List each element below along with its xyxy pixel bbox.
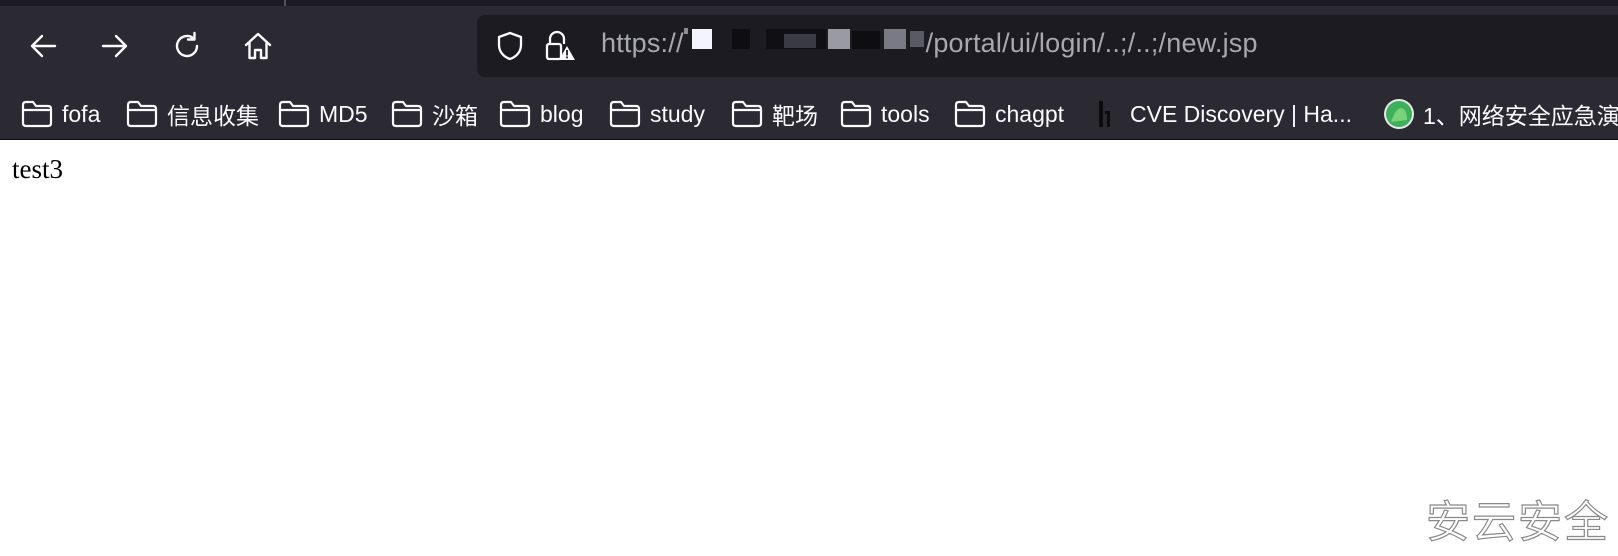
site-favicon — [1099, 101, 1110, 127]
bookmark-label: 1、网络安全应急演练 — [1423, 103, 1618, 129]
bookmark-folder-range[interactable]: 靶场 — [731, 94, 818, 134]
folder-icon — [126, 100, 158, 128]
bookmark-label: study — [650, 100, 705, 127]
folder-icon — [21, 100, 53, 128]
folder-icon — [499, 100, 531, 128]
bookmark-cve-discovery[interactable]: CVE Discovery | Ha... — [1094, 94, 1352, 134]
bookmark-folder-info-gathering[interactable]: 信息收集 — [126, 94, 259, 134]
reload-button[interactable] — [165, 24, 209, 68]
browser-toolbar: https:// /portal/ui/login/..;/..;/new.js… — [0, 0, 1618, 140]
bookmark-label: 靶场 — [772, 103, 818, 129]
arrow-right-icon — [101, 34, 128, 58]
url-prefix: https:// — [601, 28, 684, 58]
site-favicon — [1384, 99, 1414, 129]
watermark: 安云安全 — [1425, 496, 1610, 548]
bookmark-label: chagpt — [995, 100, 1065, 127]
bookmark-folder-fofa[interactable]: fofa — [21, 94, 100, 134]
bookmark-label: MD5 — [319, 100, 368, 127]
bookmark-folder-sandbox[interactable]: 沙箱 — [391, 94, 478, 134]
bookmark-folder-study[interactable]: study — [609, 94, 705, 134]
bookmark-emergency-drill[interactable]: 1、网络安全应急演练 — [1383, 94, 1618, 134]
bookmark-folder-tools[interactable]: tools — [840, 94, 930, 134]
bookmark-folder-chagpt[interactable]: chagpt — [954, 94, 1064, 134]
folder-icon — [278, 100, 310, 128]
folder-icon — [731, 100, 763, 128]
bookmark-label: CVE Discovery | Ha... — [1130, 100, 1352, 127]
url-path: /portal/ui/login/..;/..;/new.jsp — [925, 28, 1258, 58]
tab-strip — [0, 0, 1618, 6]
url-text[interactable]: https:// /portal/ui/login/..;/..;/new.js… — [601, 28, 1258, 61]
bookmark-label: 沙箱 — [432, 103, 478, 129]
folder-icon — [391, 100, 423, 128]
tab-divider — [284, 0, 286, 6]
folder-icon — [840, 100, 872, 128]
home-button[interactable] — [236, 24, 280, 68]
bookmark-folder-blog[interactable]: blog — [499, 94, 583, 134]
shield-icon[interactable] — [491, 27, 529, 65]
bookmark-label: tools — [881, 100, 930, 127]
bookmark-label: blog — [540, 100, 584, 127]
bookmark-folder-md5[interactable]: MD5 — [278, 94, 368, 134]
lock-warning-icon[interactable] — [539, 27, 577, 65]
page-body-text: test3 — [12, 154, 63, 184]
folder-icon — [609, 100, 641, 128]
home-icon — [244, 32, 272, 60]
bookmark-label: fofa — [62, 100, 101, 127]
bookmarks-toolbar: fofa 信息收集 MD5 沙箱 blog study 靶场 tools cha… — [0, 88, 1618, 140]
forward-button[interactable] — [93, 24, 137, 68]
bookmark-label: 信息收集 — [167, 103, 259, 129]
redacted-host — [683, 26, 926, 59]
page-content: test3 安云安全 — [0, 140, 1618, 556]
url-bar[interactable]: https:// /portal/ui/login/..;/..;/new.js… — [477, 15, 1618, 77]
back-button[interactable] — [21, 24, 65, 68]
arrow-left-icon — [30, 34, 57, 58]
reload-icon — [175, 31, 199, 58]
folder-icon — [954, 100, 986, 128]
